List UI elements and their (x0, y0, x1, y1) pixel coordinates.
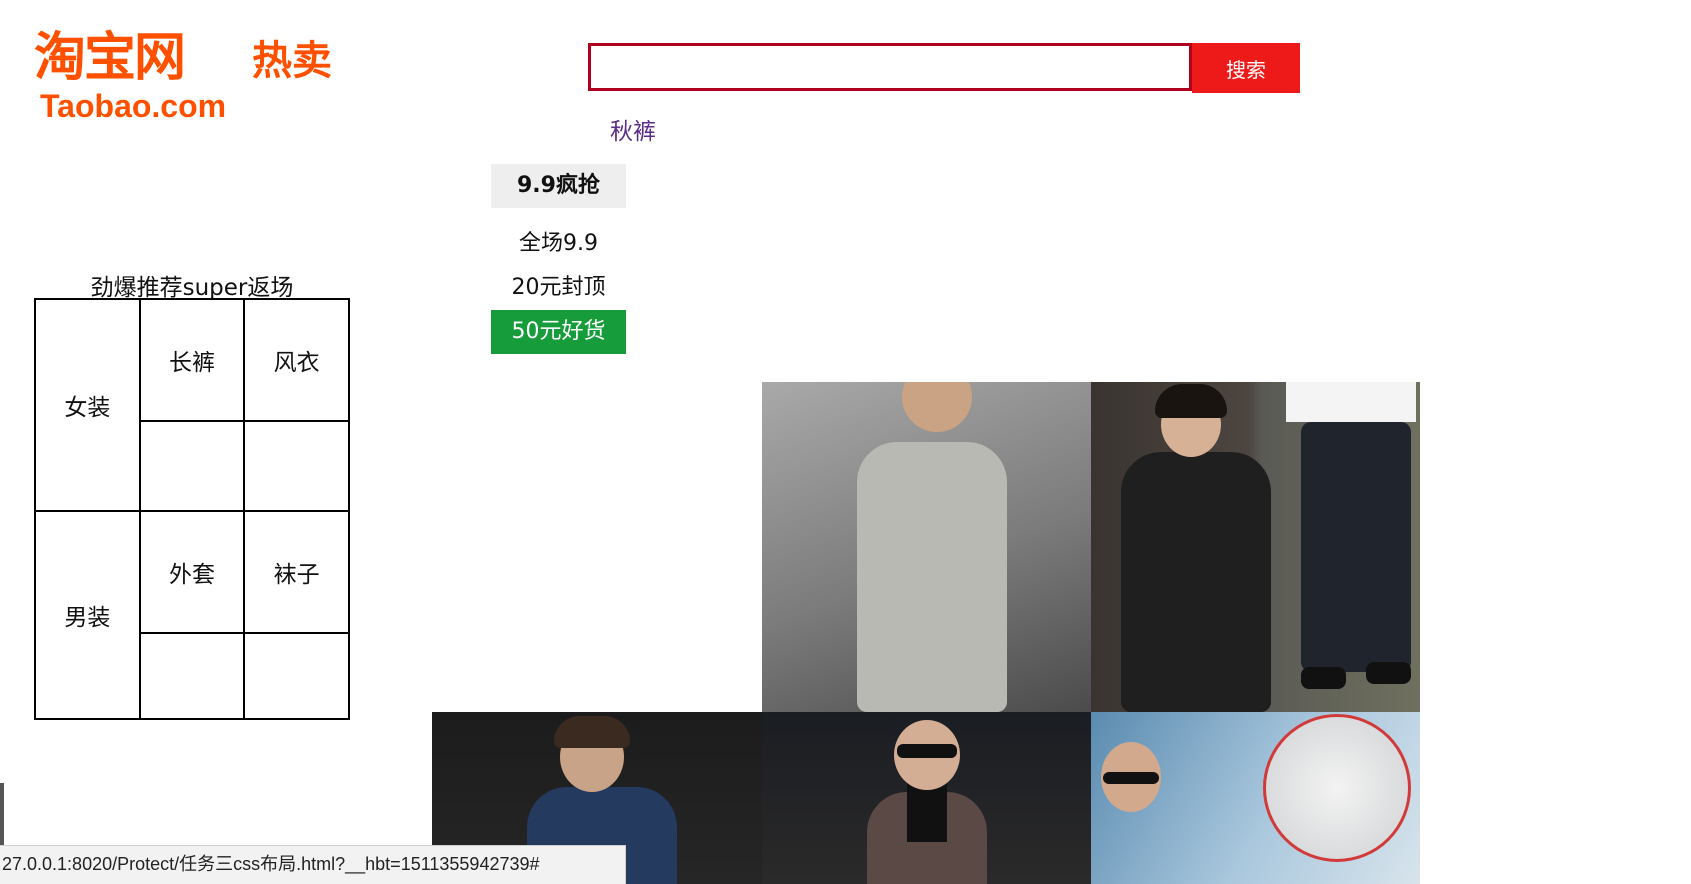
table-cell[interactable]: 袜子 (243, 510, 350, 634)
jeans-shape (1301, 422, 1411, 672)
table-cell-empty (243, 420, 350, 512)
shoe-shape (1301, 667, 1346, 689)
browser-status-bar: 27.0.0.1:8020/Protect/任务三css布局.html?__hb… (0, 845, 626, 884)
category-women[interactable]: 女装 (34, 298, 141, 512)
promo-menu-item[interactable]: 20元封顶 (491, 266, 626, 310)
table-cell[interactable]: 风衣 (243, 298, 350, 422)
promo-menu-header: 9.9疯抢 (491, 164, 626, 208)
status-url: 27.0.0.1:8020/Protect/任务三css布局.html?__hb… (2, 854, 540, 874)
sunglasses-shape (897, 744, 957, 758)
product-image-wool-coat[interactable] (762, 712, 1091, 884)
table-caption: 劲爆推荐super返场 (90, 275, 294, 301)
shirt-shape (1286, 382, 1416, 422)
category-men[interactable]: 男装 (34, 510, 141, 720)
fleece-detail-circle (1263, 714, 1411, 862)
promo-menu: 9.9疯抢 全场9.9 20元封顶 50元好货 (491, 164, 626, 354)
table-cell-empty (138, 632, 246, 720)
search-button[interactable]: 搜索 (1192, 43, 1300, 93)
model-head-shape (902, 382, 972, 432)
logo-main-text: 淘宝网 (34, 28, 186, 88)
promo-menu-item-active[interactable]: 50元好货 (491, 310, 626, 354)
search-input[interactable] (588, 43, 1192, 91)
sunglasses-shape (1103, 772, 1159, 784)
model-hair-shape (554, 716, 630, 748)
turtleneck-shape (907, 782, 947, 842)
coat-shape (1121, 452, 1271, 712)
taobao-logo[interactable]: 淘宝网 热卖 Taobao.com (34, 28, 364, 124)
jacket-shape (857, 442, 1007, 712)
table-cell[interactable]: 外套 (138, 510, 246, 634)
model-hair-shape (1155, 384, 1227, 418)
hot-search-link[interactable]: 秋裤 (610, 112, 656, 146)
recommendation-table: 女装 长裤 风衣 男装 外套 袜子 (34, 298, 350, 720)
shoe-shape (1366, 662, 1411, 684)
window-edge (0, 783, 4, 845)
table-cell[interactable]: 长裤 (138, 298, 246, 422)
product-image-gray-down-jacket[interactable] (762, 382, 1091, 712)
logo-sub-text: 热卖 (252, 38, 332, 84)
logo-domain-text: Taobao.com (40, 88, 227, 124)
product-image-fleece-thermal[interactable] (1091, 712, 1420, 884)
promo-menu-item[interactable]: 全场9.9 (491, 222, 626, 266)
table-cell-empty (138, 420, 246, 512)
product-image-black-coat-and-jeans[interactable] (1091, 382, 1420, 712)
table-cell-empty (243, 632, 350, 720)
